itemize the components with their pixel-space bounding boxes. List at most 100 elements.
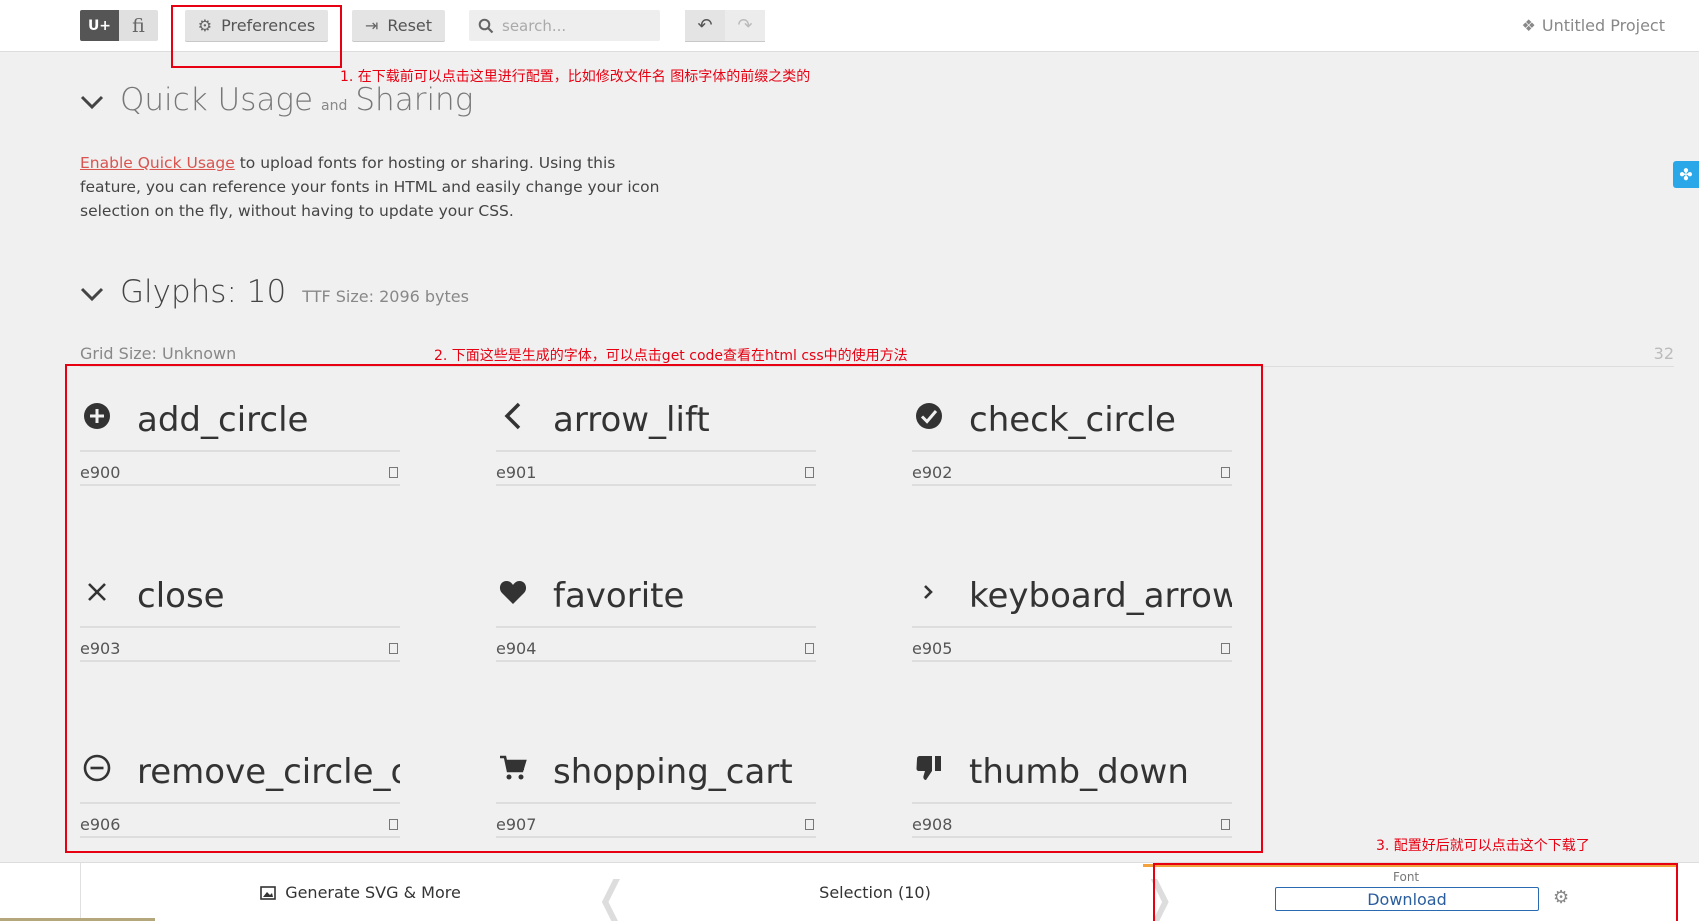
glyph-header: shopping_cart [496, 742, 816, 804]
reset-icon: ⇥ [364, 16, 379, 35]
glyph-name: check_circle [969, 400, 1176, 440]
heart-icon [496, 577, 553, 615]
glyph-code[interactable]: e901 [496, 463, 536, 482]
redo-icon: ↷ [737, 15, 753, 36]
glyphs-count-title: Glyphs: 10 [120, 274, 287, 310]
remove-circle-icon [80, 753, 137, 791]
image-icon [260, 885, 276, 900]
quick-usage-description: Enable Quick Usage to upload fonts for h… [80, 151, 660, 223]
generate-svg-label: Generate SVG & More [285, 883, 461, 902]
glyph-code-row: e907 [496, 812, 816, 838]
glyph-name: close [137, 576, 225, 616]
quick-usage-heading[interactable]: Quick Usage and Sharing [80, 82, 473, 118]
glyph-preview-box [805, 466, 814, 478]
undo-button[interactable]: ↶ [685, 10, 725, 41]
glyph-preview-box [1221, 466, 1230, 478]
cart-icon [496, 753, 553, 791]
check-circle-icon [912, 401, 969, 439]
glyph-card[interactable]: close e903 [80, 566, 400, 676]
grid-size-number[interactable]: 32 [1654, 344, 1674, 363]
glyph-card[interactable]: keyboard_arrow_ e905 [912, 566, 1232, 676]
glyph-name: favorite [553, 576, 685, 616]
glyph-preview-box [1221, 642, 1230, 654]
glyph-header: thumb_down [912, 742, 1232, 804]
glyph-header: arrow_lift [496, 390, 816, 452]
glyph-code[interactable]: e905 [912, 639, 952, 658]
annotation-note-2: 2. 下面这些是生成的字体，可以点击get code查看在html css中的使… [434, 348, 908, 364]
search-box [469, 10, 660, 41]
glyph-card[interactable]: favorite e904 [496, 566, 816, 676]
search-icon [478, 18, 494, 33]
thumb-down-icon [912, 753, 969, 791]
add-circle-icon [80, 401, 137, 439]
glyph-code[interactable]: e908 [912, 815, 952, 834]
project-title[interactable]: ❖ Untitled Project [1522, 16, 1665, 35]
annotation-note-3: 3. 配置好后就可以点击这个下载了 [1376, 838, 1590, 854]
ttf-size-label: TTF Size: 2096 bytes [302, 287, 469, 306]
reset-label: Reset [387, 16, 433, 35]
chevron-down-icon [80, 283, 108, 308]
glyph-code[interactable]: e900 [80, 463, 120, 482]
glyph-name: thumb_down [969, 752, 1189, 792]
search-input[interactable] [502, 16, 652, 35]
redo-button[interactable]: ↷ [725, 10, 765, 41]
ligature-mode-button[interactable]: fi [119, 10, 158, 41]
glyph-card[interactable]: arrow_lift e901 [496, 390, 816, 500]
glyph-name: add_circle [137, 400, 309, 440]
glyph-name: keyboard_arrow_ [969, 576, 1232, 616]
glyph-name: remove_circle_ou [137, 752, 400, 792]
selection-label: Selection (10) [819, 883, 931, 902]
glyph-code-row: e902 [912, 460, 1232, 486]
glyph-header: favorite [496, 566, 816, 628]
glyph-code-row: e901 [496, 460, 816, 486]
glyph-card[interactable]: thumb_down e908 [912, 742, 1232, 852]
project-name-label: Untitled Project [1541, 16, 1665, 35]
glyph-preview-box [389, 642, 398, 654]
annotation-box-preferences [171, 5, 342, 68]
unicode-mode-button[interactable]: U+ [80, 10, 119, 41]
enable-quick-usage-link[interactable]: Enable Quick Usage [80, 154, 235, 172]
glyph-code[interactable]: e903 [80, 639, 120, 658]
glyph-header: check_circle [912, 390, 1232, 452]
glyph-code[interactable]: e907 [496, 815, 536, 834]
quick-usage-sharing: Sharing [355, 82, 474, 118]
mode-switch: U+ fi [80, 10, 158, 41]
undo-redo-group: ↶ ↷ [685, 10, 765, 41]
glyph-preview-box [389, 818, 398, 830]
glyph-code-row: e908 [912, 812, 1232, 838]
side-share-tab[interactable]: ✤ [1673, 161, 1699, 188]
chevron-left-icon: ❬ [592, 871, 631, 921]
reset-button[interactable]: ⇥ Reset [352, 10, 445, 41]
glyph-header: add_circle [80, 390, 400, 452]
glyph-preview-box [1221, 818, 1230, 830]
glyph-code-row: e904 [496, 636, 816, 662]
glyph-code[interactable]: e904 [496, 639, 536, 658]
chevron-right-icon [912, 577, 969, 615]
glyph-code-row: e903 [80, 636, 400, 662]
close-icon [80, 577, 137, 615]
share-icon: ✤ [1679, 165, 1693, 184]
glyphs-heading[interactable]: Glyphs: 10 TTF Size: 2096 bytes [80, 274, 469, 310]
glyph-header: close [80, 566, 400, 628]
glyph-preview-box [389, 466, 398, 478]
selection-tab[interactable]: Selection (10) [600, 863, 1150, 921]
chevron-down-icon [80, 91, 108, 116]
annotation-box-download [1153, 863, 1678, 921]
glyph-name: arrow_lift [553, 400, 710, 440]
glyph-card[interactable]: add_circle e900 [80, 390, 400, 500]
generate-svg-button[interactable]: Generate SVG & More [80, 863, 640, 921]
glyph-card[interactable]: remove_circle_ou e906 [80, 742, 400, 852]
glyph-code-row: e905 [912, 636, 1232, 662]
arrow-left-icon [496, 401, 553, 439]
layers-icon: ❖ [1521, 16, 1536, 35]
glyph-preview-box [805, 642, 814, 654]
quick-usage-title: Quick Usage [120, 82, 314, 118]
glyph-name: shopping_cart [553, 752, 793, 792]
glyph-card[interactable]: check_circle e902 [912, 390, 1232, 500]
glyph-card[interactable]: shopping_cart e907 [496, 742, 816, 852]
glyph-code[interactable]: e906 [80, 815, 120, 834]
glyph-code-row: e900 [80, 460, 400, 486]
glyph-code[interactable]: e902 [912, 463, 952, 482]
undo-icon: ↶ [697, 15, 713, 36]
glyph-header: keyboard_arrow_ [912, 566, 1232, 628]
